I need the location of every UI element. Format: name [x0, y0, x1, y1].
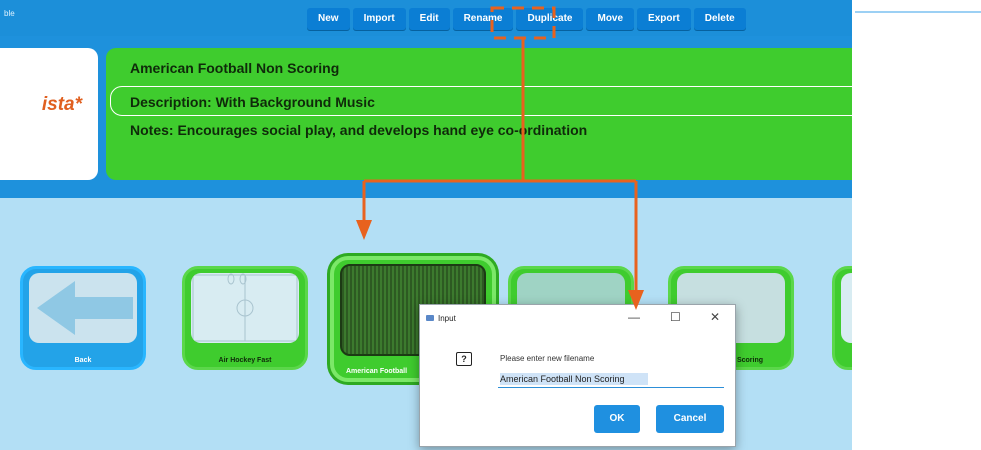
annotation-overlay: [356, 6, 981, 310]
arrow-left-head: [356, 220, 372, 240]
arrow-right-head: [628, 290, 644, 310]
highlight-box: [490, 6, 556, 40]
